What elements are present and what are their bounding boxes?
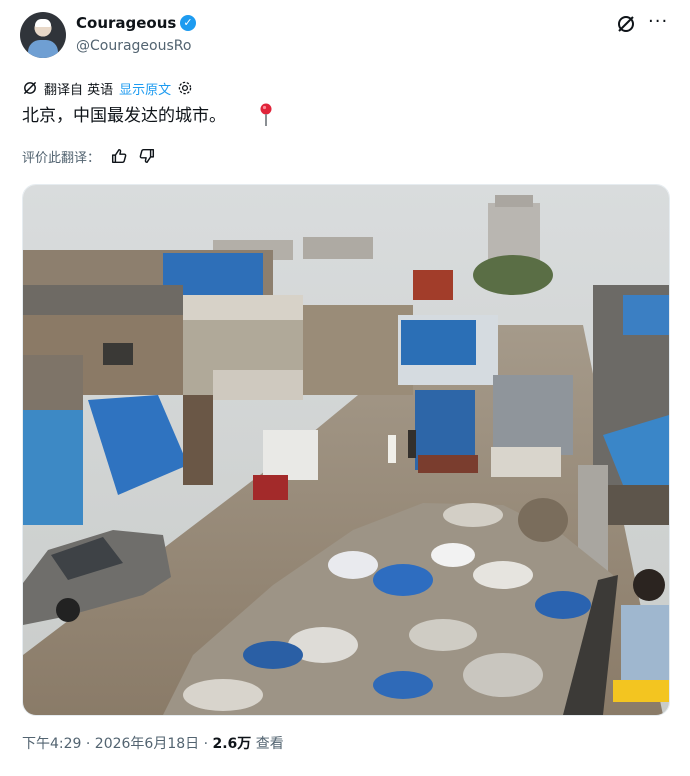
views-label: 查看 [251,736,284,752]
translation-row: 翻译自 英语 显示原文 [22,78,193,98]
verified-badge-icon: ✓ [180,15,196,31]
grok-translate-icon [23,81,37,95]
translation-source-label: 翻译自 英语 [44,82,114,98]
author-name[interactable]: Courageous [76,13,176,33]
rate-translation-label: 评价此翻译： [22,150,101,166]
street-scene-image [23,185,669,715]
avatar-shirt [28,40,58,58]
tweet-timestamp[interactable]: 下午4:29 · 2026年6月18日 · [22,736,213,752]
view-count: 2.6万 [212,736,252,752]
rate-translation-row: 评价此翻译： [22,146,156,166]
avatar[interactable] [20,12,66,58]
more-options-icon[interactable]: ··· [648,12,668,32]
thumbs-down-icon[interactable] [138,147,156,165]
tweet-meta: 下午4:29 · 2026年6月18日 · 2.6万 查看 [22,734,284,754]
round-pushpin-emoji-icon [260,103,272,126]
author-handle[interactable]: @CourageousRo [76,37,191,55]
tweet-photo[interactable] [22,184,670,716]
tweet-text: 北京，中国最发达的城市。 [22,106,226,126]
grok-icon[interactable] [616,14,636,34]
avatar-cap [35,19,51,27]
thumbs-up-icon[interactable] [110,147,128,165]
show-original-link[interactable]: 显示原文 [119,79,171,98]
gear-icon[interactable] [177,80,193,96]
